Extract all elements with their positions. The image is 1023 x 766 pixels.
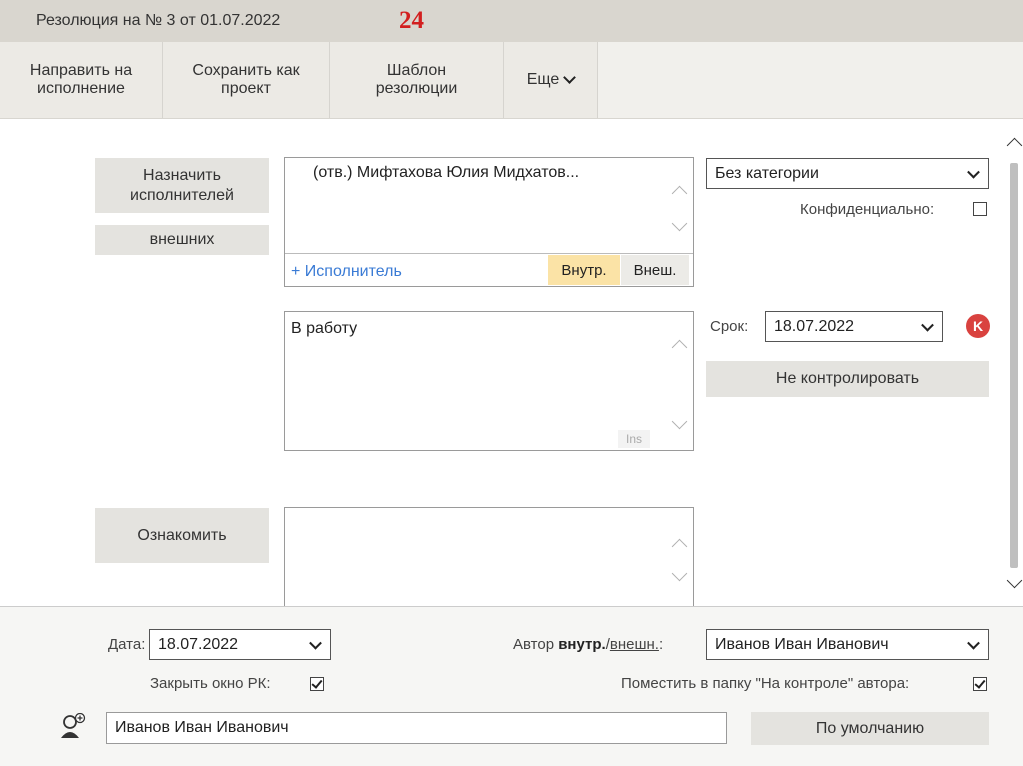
acquaint-scroll-down-icon[interactable] <box>671 565 688 582</box>
author-colon: : <box>658 636 664 653</box>
send-to-execution-label: Направить на исполнение <box>29 62 133 97</box>
default-button[interactable]: По умолчанию <box>751 712 989 745</box>
control-folder-label: Поместить в папку "На контроле" автора: <box>621 675 910 692</box>
list-scroll-down-icon[interactable] <box>671 215 688 232</box>
acquaint-button[interactable]: Ознакомить <box>95 508 269 563</box>
deadline-label: Срок: <box>710 318 749 335</box>
add-executor-text: + Исполнитель <box>291 263 402 280</box>
deadline-date-value: 18.07.2022 <box>774 317 855 335</box>
add-executor-link[interactable]: + Исполнитель <box>291 263 402 281</box>
save-as-draft-button[interactable]: Сохранить как проект <box>163 42 330 118</box>
scroll-up-icon <box>1006 137 1023 154</box>
no-control-label: Не контролировать <box>775 370 920 387</box>
page-scroll-up[interactable] <box>1006 137 1023 154</box>
acquaint-label: Ознакомить <box>137 526 227 544</box>
page-scrollbar-thumb[interactable] <box>1010 163 1018 568</box>
control-badge-icon[interactable]: K <box>966 314 990 338</box>
author-external-link[interactable]: внешн. <box>610 636 659 653</box>
title-bar: Резолюция на № 3 от 01.07.2022 24 <box>0 0 1023 42</box>
chevron-down-icon <box>309 636 322 650</box>
tab-internal[interactable]: Внутр. <box>548 255 620 285</box>
author-prefix: Автор <box>513 636 555 653</box>
executor-item[interactable]: (отв.) Мифтахова Юлия Мидхатов... <box>313 164 579 182</box>
assign-executors-button[interactable]: Назначить исполнителей <box>95 158 269 213</box>
acquaint-scroll-up-icon[interactable] <box>671 538 688 555</box>
more-menu-button[interactable]: Еще <box>504 42 598 118</box>
close-rk-label: Закрыть окно РК: <box>150 675 271 692</box>
acquaint-list-box <box>284 507 694 607</box>
signer-input[interactable]: Иванов Иван Иванович <box>106 712 727 744</box>
divider <box>285 253 693 254</box>
title-badge-number: 24 <box>399 7 424 34</box>
chevron-down-icon <box>921 318 934 332</box>
default-button-label: По умолчанию <box>815 719 925 737</box>
date-value: 18.07.2022 <box>158 635 239 653</box>
tab-external[interactable]: Внеш. <box>621 255 689 285</box>
chevron-down-icon <box>563 70 577 84</box>
external-executors-button[interactable]: внешних <box>95 225 269 255</box>
external-executors-label: внешних <box>149 231 215 248</box>
close-rk-checkbox[interactable] <box>310 677 324 691</box>
resolution-template-button[interactable]: Шаблон резолюции <box>330 42 504 118</box>
user-add-icon[interactable] <box>60 712 86 739</box>
author-internal-label: внутр. <box>558 636 606 653</box>
assign-executors-label: Назначить исполнителей <box>130 166 234 204</box>
send-to-execution-button[interactable]: Направить на исполнение <box>0 42 163 118</box>
task-scroll-down-icon[interactable] <box>671 413 688 430</box>
list-scroll-up-icon[interactable] <box>671 185 688 202</box>
confidential-checkbox[interactable] <box>973 202 987 216</box>
date-select[interactable]: 18.07.2022 <box>149 629 331 660</box>
author-value: Иванов Иван Иванович <box>715 635 889 653</box>
author-label: Автор внутр./внешн.: <box>513 636 663 653</box>
control-folder-checkbox[interactable] <box>973 677 987 691</box>
scroll-down-icon <box>1006 572 1023 589</box>
category-select[interactable]: Без категории <box>706 158 989 189</box>
confidential-label: Конфиденциально: <box>800 201 935 218</box>
category-selected-value: Без категории <box>715 164 819 182</box>
task-text-box[interactable]: В работу Ins <box>284 311 694 451</box>
no-control-button[interactable]: Не контролировать <box>706 361 989 397</box>
resolution-template-label: Шаблон резолюции <box>375 62 458 97</box>
task-text: В работу <box>291 320 358 337</box>
executors-box: (отв.) Мифтахова Юлия Мидхатов... + Испо… <box>284 157 694 287</box>
toolbar: Направить на исполнение Сохранить как пр… <box>0 42 1023 119</box>
author-select[interactable]: Иванов Иван Иванович <box>706 629 989 660</box>
task-scroll-up-icon[interactable] <box>671 339 688 356</box>
save-as-draft-label: Сохранить как проект <box>192 62 300 97</box>
page-scroll-down[interactable] <box>1006 572 1023 589</box>
deadline-date-select[interactable]: 18.07.2022 <box>765 311 943 342</box>
ins-button[interactable]: Ins <box>618 430 650 448</box>
date-label: Дата: <box>108 636 146 653</box>
window-title: Резолюция на № 3 от 01.07.2022 <box>36 12 281 29</box>
chevron-down-icon <box>967 636 980 650</box>
chevron-down-icon <box>967 165 980 179</box>
footer-panel: Дата: 18.07.2022 Автор внутр./внешн.: Ив… <box>0 606 1023 766</box>
more-menu-label: Еще <box>526 71 560 88</box>
